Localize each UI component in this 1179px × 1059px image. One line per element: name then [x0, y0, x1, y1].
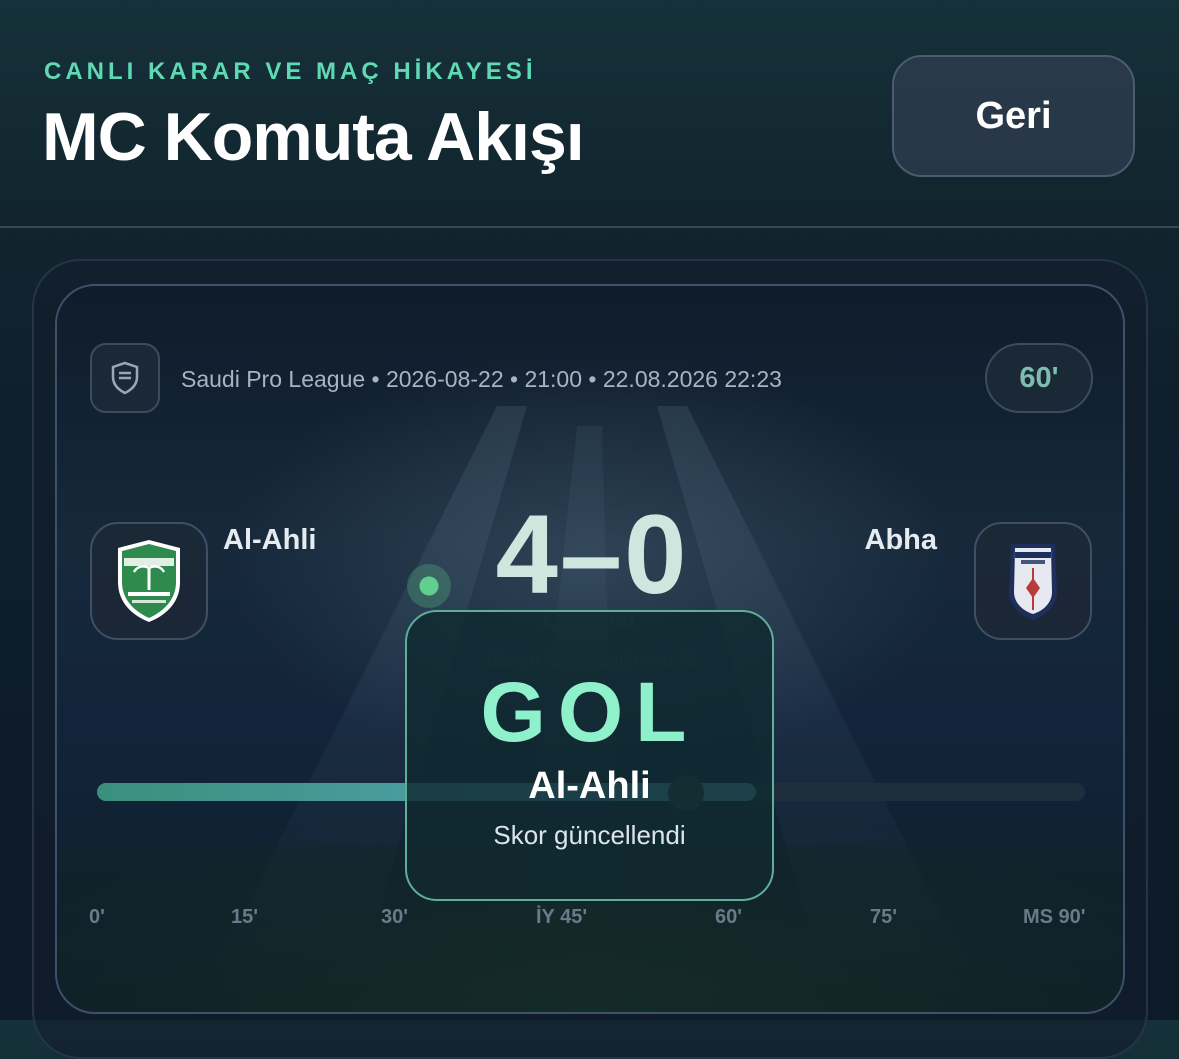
league-shield-icon [90, 343, 160, 413]
timeline-ticks: 0' 15' 30' İY 45' 60' 75' MS 90' [57, 906, 1123, 936]
goal-popup: GOL Al-Ahli Skor güncellendi [405, 610, 774, 901]
timeline-tick: 0' [89, 906, 105, 928]
header: CANLI KARAR VE MAÇ HİKAYESİ MC Komuta Ak… [0, 0, 1179, 226]
goal-title: GOL [480, 665, 699, 759]
page-title: MC Komuta Akışı [42, 99, 585, 175]
shield-icon [111, 361, 139, 395]
timeline-tick: 75' [870, 906, 898, 928]
match-score: 4–0 [495, 492, 689, 617]
timeline-tick: MS 90' [1023, 906, 1086, 928]
timeline-tick: 30' [381, 906, 409, 928]
timeline-tick: 15' [231, 906, 259, 928]
header-divider [0, 226, 1179, 228]
match-meta: Saudi Pro League • 2026-08-22 • 21:00 • … [181, 366, 782, 392]
goal-subtitle: Skor güncellendi [493, 820, 686, 850]
timeline-tick: 60' [715, 906, 743, 928]
page-eyebrow: CANLI KARAR VE MAÇ HİKAYESİ [44, 58, 537, 85]
goal-team-name: Al-Ahli [528, 765, 651, 807]
timeline-tick: İY 45' [536, 906, 588, 928]
minute-badge: 60' [985, 343, 1093, 413]
back-button[interactable]: Geri [892, 55, 1135, 177]
